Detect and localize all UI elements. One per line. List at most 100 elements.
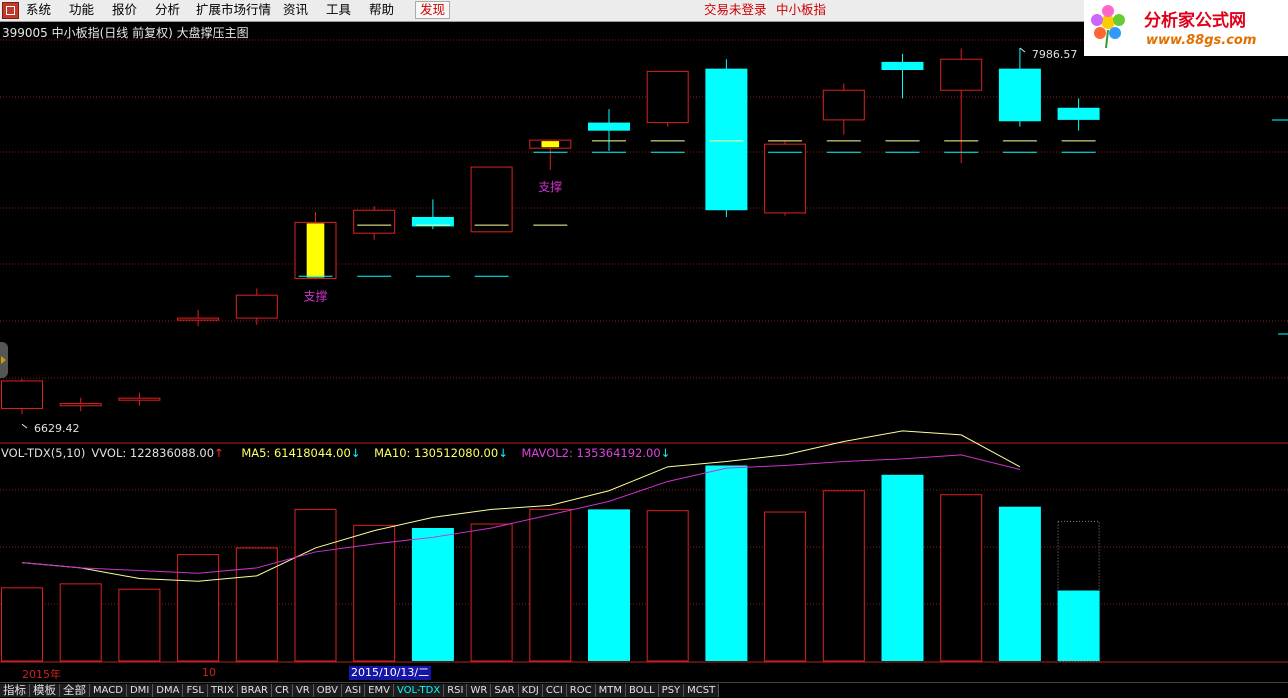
discover-button[interactable]: 发现 (415, 1, 451, 19)
candle (940, 48, 983, 164)
tab-rsi[interactable]: RSI (444, 684, 468, 697)
tab-cci[interactable]: CCI (542, 684, 567, 697)
candle (881, 53, 924, 99)
tab-vr[interactable]: VR (292, 684, 314, 697)
menu-tools[interactable]: 工具 (326, 2, 351, 18)
candle-body (822, 89, 865, 121)
candle-body (59, 403, 102, 407)
vvol-arrow-icon: ↑ (214, 446, 224, 460)
tab-mcst[interactable]: MCST (684, 684, 720, 697)
tab-trix[interactable]: TRIX (207, 684, 238, 697)
volume-bar (881, 474, 924, 661)
volume-bar (1057, 590, 1100, 661)
ma10-value: MA10: 130512080.00 (374, 446, 499, 460)
support-label: 支撑 (303, 289, 327, 304)
year-axis-label: 2015年 (22, 668, 61, 681)
selected-date-label: 2015/10/13/二 (349, 666, 432, 680)
tab-macd[interactable]: MACD (90, 684, 127, 697)
menu-analysis[interactable]: 分析 (155, 2, 180, 18)
tab-dmi[interactable]: DMI (126, 684, 154, 697)
menu-function[interactable]: 功能 (69, 2, 94, 18)
login-status[interactable]: 交易未登录 (704, 2, 767, 18)
volume-bars (1, 465, 1100, 662)
menu-help[interactable]: 帮助 (369, 2, 394, 18)
volume-bar (118, 588, 161, 662)
tab-boll[interactable]: BOLL (625, 684, 659, 697)
tab-brar[interactable]: BRAR (237, 684, 272, 697)
candlestick-series (1, 48, 1100, 415)
indicator-tab-bar: 指标 模板 全部 MACD DMI DMA FSL TRIX BRAR CR VR OBV ASI EMV… (0, 682, 1288, 698)
chart-canvas[interactable]: 支撑支撑7986.576629.42 (0, 0, 1288, 697)
low-price-label: 6629.42 (34, 422, 80, 435)
volume-bar (940, 494, 983, 662)
tab-sar[interactable]: SAR (491, 684, 519, 697)
candle (646, 70, 689, 127)
volume-bar (646, 510, 689, 662)
brand-banner: 分析家公式网 www.88gs.com (1084, 0, 1288, 56)
ma5-arrow-icon: ↓ (350, 446, 361, 460)
tab-cn-0[interactable]: 指标 (0, 684, 30, 697)
tab-asi[interactable]: ASI (342, 684, 366, 697)
chart-title: 399005 中小板指(日线 前复权) 大盘撑压主图 (2, 26, 249, 40)
tab-cn-1[interactable]: 模板 (30, 684, 60, 697)
volume-bar (822, 490, 865, 662)
app-logo-icon[interactable] (2, 2, 19, 19)
tab-wr[interactable]: WR (467, 684, 492, 697)
ma-purple-line (21, 454, 1021, 574)
candle-body (1, 380, 43, 409)
ma5-value: MA5: 61418044.00 (241, 446, 351, 460)
tab-roc[interactable]: ROC (566, 684, 596, 697)
high-price-label: 7986.57 (1032, 48, 1078, 61)
candle (1, 378, 43, 415)
chart-annotations: 支撑支撑7986.576629.42 (21, 47, 1078, 435)
candle (705, 59, 748, 217)
tab-emv[interactable]: EMV (365, 684, 394, 697)
tab-fsl[interactable]: FSL (183, 684, 208, 697)
tab-obv[interactable]: OBV (313, 684, 342, 697)
tab-cr[interactable]: CR (272, 684, 293, 697)
volume-bar (705, 465, 748, 661)
month-axis-label: 10 (202, 666, 216, 679)
mavol2-value: MAVOL2: 135364192.00 (521, 446, 661, 460)
low-marker-arrow (21, 423, 28, 429)
candle-highlight (306, 223, 325, 278)
candle (59, 397, 102, 412)
panel-collapse-handle[interactable] (0, 342, 8, 378)
candle-body (1057, 107, 1100, 120)
flower-logo-icon (1091, 5, 1125, 48)
candle (822, 83, 865, 135)
tab-dma[interactable]: DMA (153, 684, 184, 697)
vvol-value: VVOL: 122836088.00 (91, 446, 215, 460)
menu-extended-market[interactable]: 扩展市场行情 (196, 2, 271, 18)
candle-body (118, 397, 161, 401)
candle-body (353, 209, 396, 234)
tab-psy[interactable]: PSY (658, 684, 685, 697)
support-label: 支撑 (538, 179, 562, 194)
candle-body (940, 58, 983, 91)
candle-body (470, 166, 513, 233)
candle (235, 288, 278, 325)
menu-quote[interactable]: 报价 (112, 2, 137, 18)
support-level-lines (298, 140, 1096, 277)
candle (1057, 98, 1100, 131)
candle-body (177, 317, 220, 321)
brand-url[interactable]: www.88gs.com (1146, 33, 1256, 48)
candle (353, 206, 396, 240)
brand-title: 分析家公式网 (1144, 11, 1246, 30)
volume-bar (235, 547, 278, 662)
candle-body (235, 294, 278, 319)
menu-news[interactable]: 资讯 (283, 2, 308, 18)
indicator-name: VOL-TDX(5,10) (1, 446, 86, 460)
candle-body (764, 143, 807, 214)
volume-bar (998, 506, 1041, 661)
tab-cn-2[interactable]: 全部 (60, 684, 90, 697)
menu-system[interactable]: 系统 (26, 2, 51, 18)
candle-body (588, 122, 630, 131)
high-marker-arrow (1019, 47, 1026, 53)
tab-mtm[interactable]: MTM (595, 684, 626, 697)
tab-vol-tdx[interactable]: VOL-TDX (393, 684, 445, 697)
volume-bar (529, 508, 572, 662)
volume-bar (1, 587, 43, 662)
tab-kdj[interactable]: KDJ (518, 684, 543, 697)
candle (294, 212, 337, 280)
